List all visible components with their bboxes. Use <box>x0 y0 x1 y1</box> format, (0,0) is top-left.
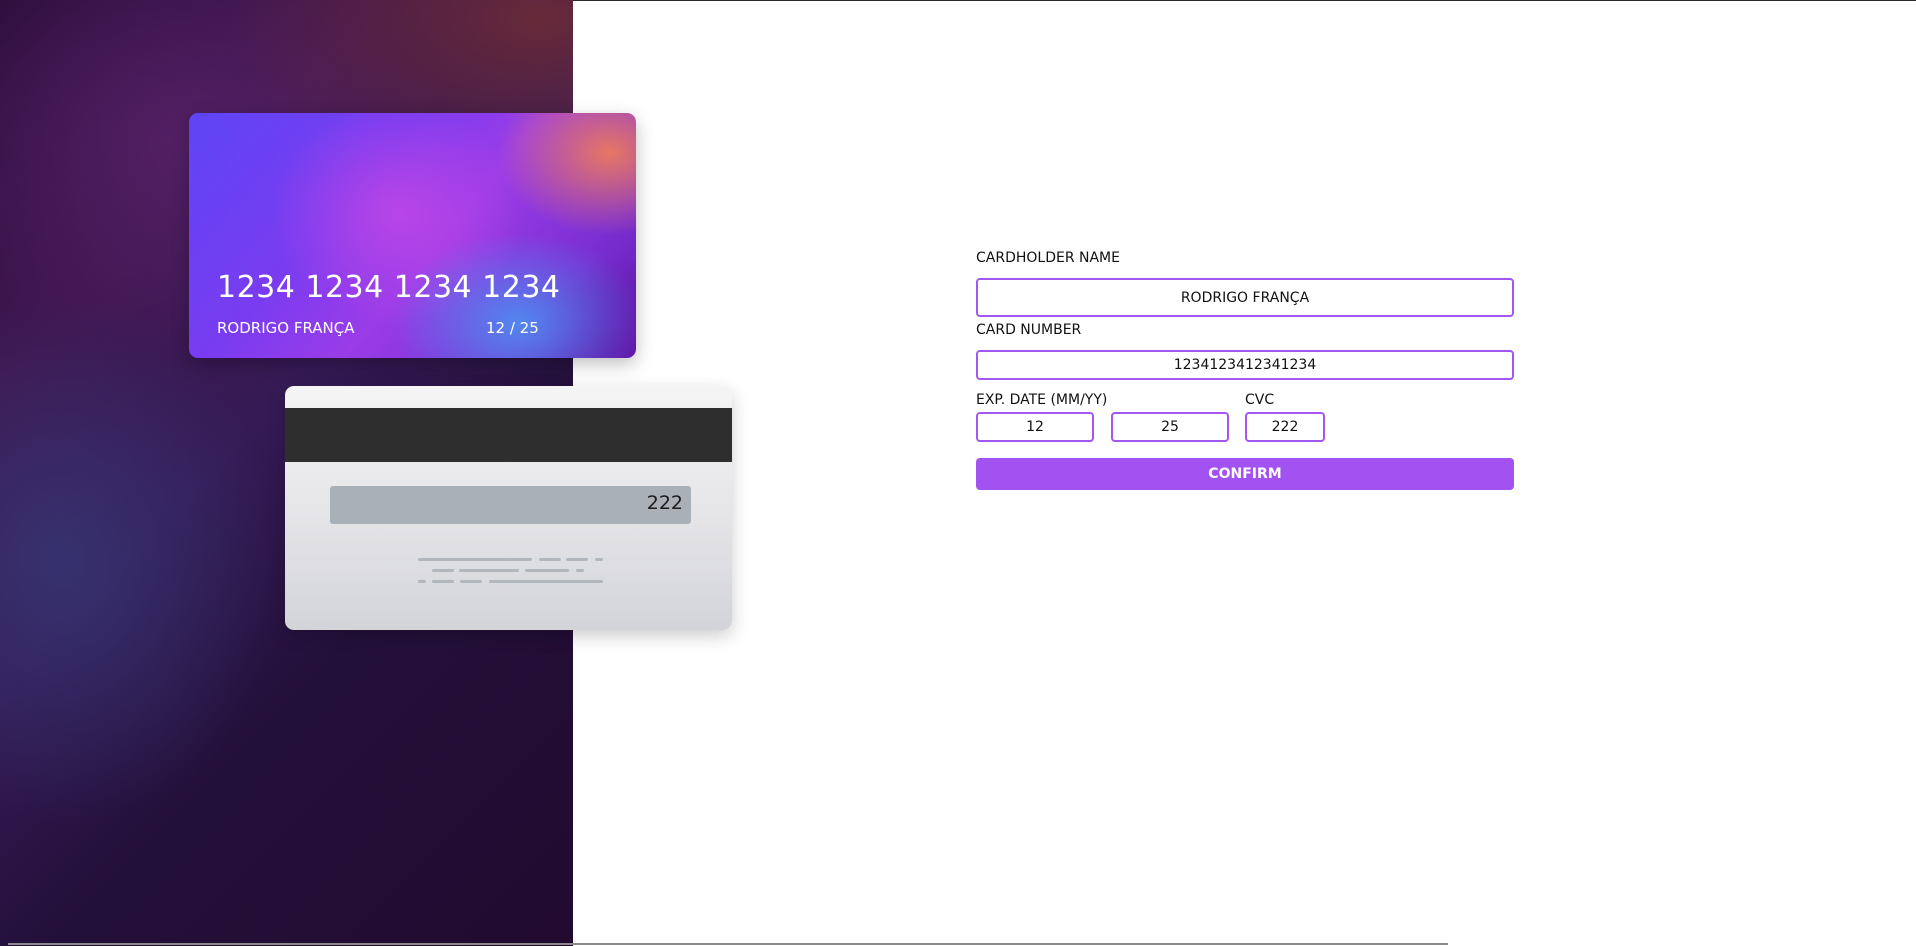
card-front: 1234 1234 1234 1234 RODRIGO FRANÇA 12 / … <box>189 113 636 358</box>
top-divider <box>573 0 1916 1</box>
bottom-divider <box>8 943 1448 945</box>
card-number-input[interactable]: 1234123412341234 <box>976 350 1514 380</box>
cardholder-name-label: CARDHOLDER NAME <box>976 250 1120 266</box>
card-back: 222 <box>285 386 732 630</box>
exp-year-input[interactable]: 25 <box>1111 412 1229 442</box>
page: 1234 1234 1234 1234 RODRIGO FRANÇA 12 / … <box>0 0 1916 946</box>
card-back-fine-print <box>285 386 732 630</box>
exp-month-input[interactable]: 12 <box>976 412 1094 442</box>
card-front-number: 1234 1234 1234 1234 <box>217 270 561 305</box>
card-number-label: CARD NUMBER <box>976 322 1082 338</box>
card-front-expiry: 12 / 25 <box>486 319 539 337</box>
cardholder-name-input[interactable]: RODRIGO FRANÇA <box>976 278 1514 317</box>
exp-date-label: EXP. DATE (MM/YY) <box>976 392 1108 408</box>
confirm-button[interactable]: CONFIRM <box>976 458 1514 490</box>
card-front-holder: RODRIGO FRANÇA <box>217 319 355 337</box>
cvc-input[interactable]: 222 <box>1245 412 1325 442</box>
cvc-label: CVC <box>1245 392 1275 408</box>
